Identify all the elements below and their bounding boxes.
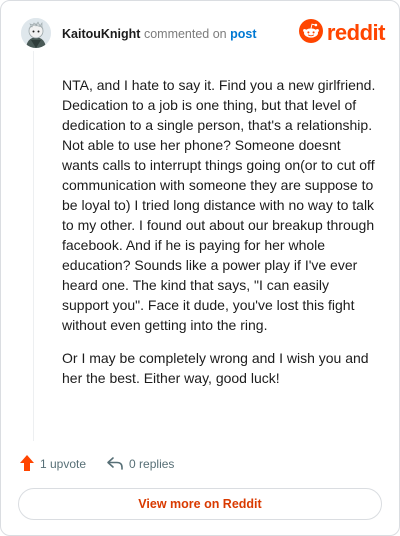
commented-on-text: commented on (143, 27, 227, 41)
comment-body: NTA, and I hate to say it. Find you a ne… (62, 75, 378, 401)
view-more-button[interactable]: View more on Reddit (18, 488, 382, 520)
replies-count: 0 replies (129, 457, 175, 471)
comment-paragraph-1: NTA, and I hate to say it. Find you a ne… (62, 77, 376, 333)
username-link[interactable]: KaitouKnight (62, 27, 140, 41)
reddit-brand[interactable]: reddit (298, 18, 386, 48)
upvote-arrow-icon (19, 454, 35, 475)
reply-arrow-icon (106, 455, 124, 474)
embedded-comment-card: KaitouKnight commented on post reddit NT… (0, 0, 400, 536)
comment-paragraph-2: Or I may be completely wrong and I wish … (62, 350, 369, 386)
replies-button[interactable]: 0 replies (106, 455, 174, 474)
comment-meta: KaitouKnight commented on post (62, 27, 257, 41)
comment-actions: 1 upvote 0 replies (19, 453, 174, 475)
thread-line (33, 51, 34, 441)
avatar[interactable] (21, 18, 51, 48)
upvote-button[interactable]: 1 upvote (19, 454, 86, 475)
upvote-count: 1 upvote (40, 457, 87, 471)
reddit-logo-icon (298, 18, 323, 48)
comment-header: KaitouKnight commented on post reddit (19, 17, 386, 51)
reddit-wordmark: reddit (326, 20, 386, 45)
post-link[interactable]: post (230, 27, 256, 41)
